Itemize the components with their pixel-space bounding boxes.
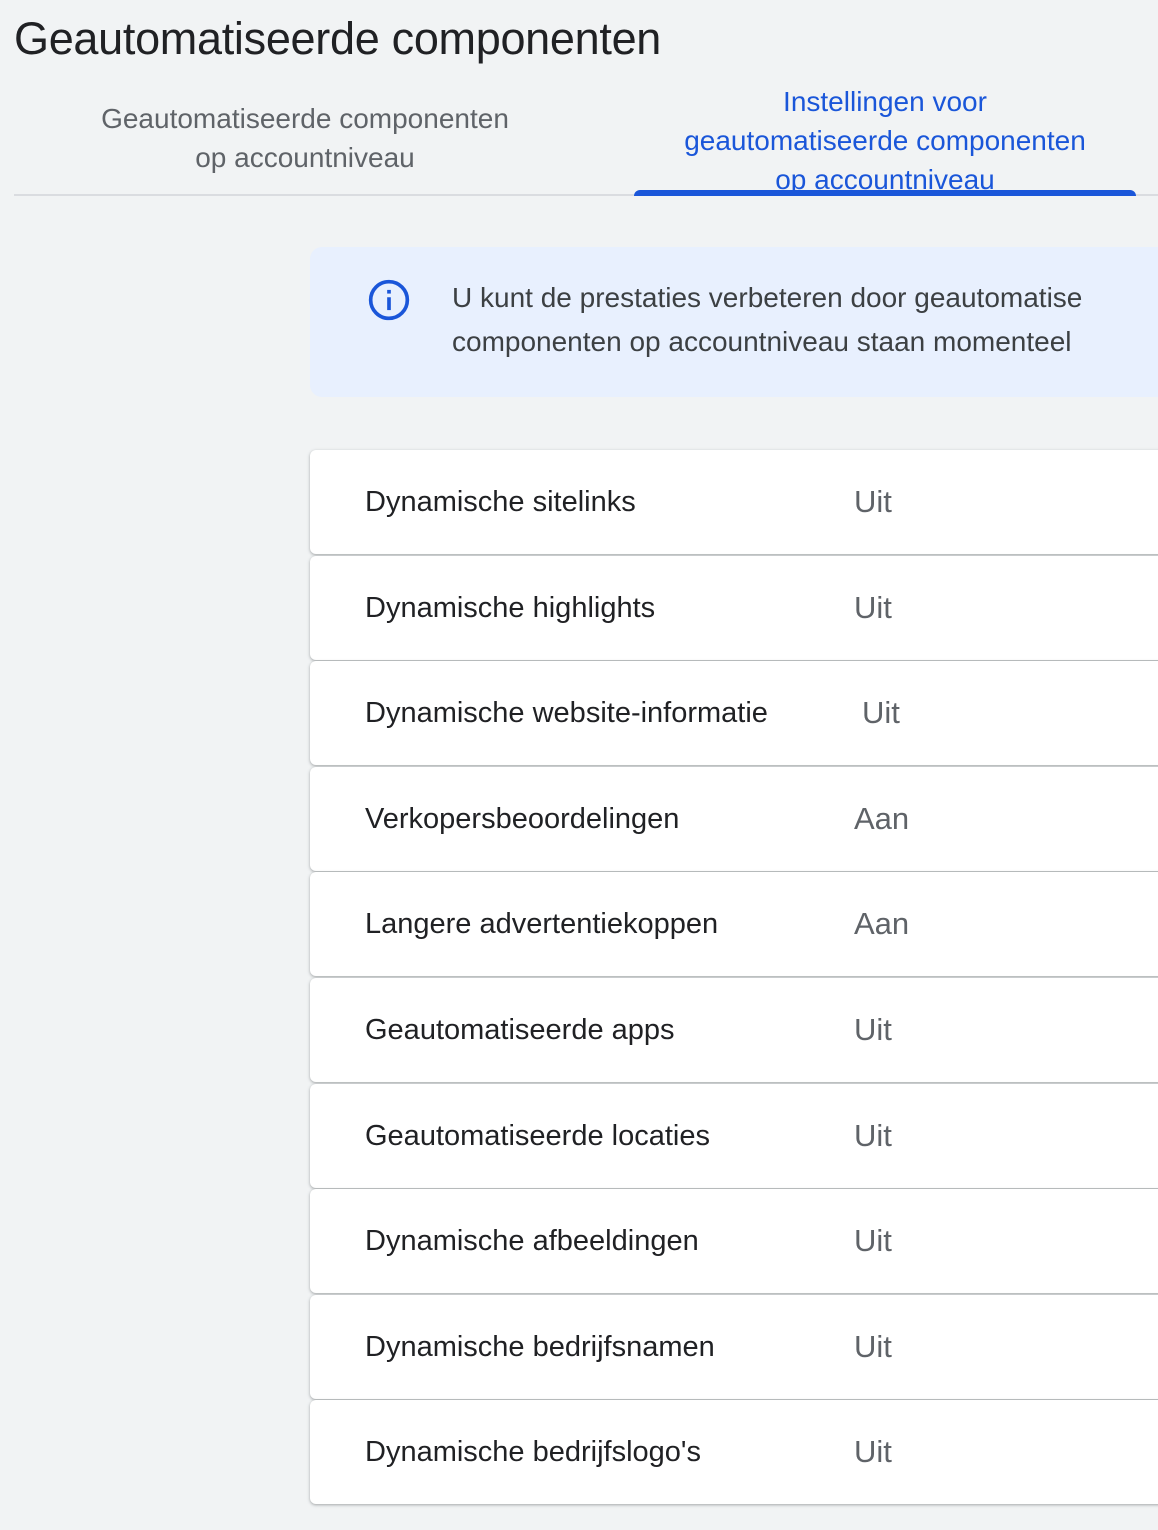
- setting-name: Dynamische bedrijfsnamen: [365, 1330, 715, 1363]
- setting-row-dynamic-business-logos[interactable]: Dynamische bedrijfslogo's Uit: [310, 1400, 1158, 1505]
- setting-row-dynamic-sitelinks[interactable]: Dynamische sitelinks Uit: [310, 450, 1158, 554]
- tab-label: Geautomatiseerde componenten op accountn…: [101, 99, 509, 177]
- settings-list: Dynamische sitelinks Uit Dynamische high…: [310, 450, 1158, 1506]
- setting-status: Uit: [854, 1434, 892, 1470]
- setting-row-automated-locations[interactable]: Geautomatiseerde locaties Uit: [310, 1083, 1158, 1188]
- setting-name: Verkopersbeoordelingen: [365, 802, 680, 835]
- tab-label-line: geautomatiseerde componenten: [684, 125, 1086, 156]
- setting-status: Uit: [854, 1223, 892, 1259]
- page-title: Geautomatiseerde componenten: [14, 13, 662, 64]
- setting-row-dynamic-business-names[interactable]: Dynamische bedrijfsnamen Uit: [310, 1294, 1158, 1399]
- tab-label-line: Instellingen voor: [783, 86, 987, 117]
- info-icon: [368, 279, 410, 321]
- setting-status: Aan: [854, 906, 910, 942]
- setting-name: Dynamische website-informatie: [365, 697, 768, 730]
- setting-name: Dynamische bedrijfslogo's: [365, 1436, 701, 1469]
- setting-name: Dynamische sitelinks: [365, 486, 636, 518]
- active-tab-indicator: [634, 190, 1136, 196]
- info-banner-text: U kunt de prestaties verbeteren door gea…: [452, 276, 1158, 364]
- tab-label: Instellingen voor geautomatiseerde compo…: [684, 82, 1086, 194]
- setting-status: Uit: [854, 484, 892, 519]
- setting-name: Geautomatiseerde apps: [365, 1013, 675, 1046]
- setting-row-dynamic-website-info[interactable]: Dynamische website-informatie Uit: [310, 661, 1158, 766]
- tab-account-level-settings[interactable]: Instellingen voor geautomatiseerde compo…: [634, 82, 1136, 194]
- setting-row-dynamic-images[interactable]: Dynamische afbeeldingen Uit: [310, 1189, 1158, 1294]
- tab-label-line: op accountniveau: [775, 164, 995, 194]
- tab-label-line: op accountniveau: [195, 142, 415, 173]
- setting-status: Uit: [854, 1117, 892, 1153]
- info-banner-line: U kunt de prestaties verbeteren door gea…: [452, 282, 1083, 313]
- tab-bar: Geautomatiseerde componenten op accountn…: [14, 82, 1158, 196]
- tab-label-line: Geautomatiseerde componenten: [101, 103, 509, 134]
- setting-name: Geautomatiseerde locaties: [365, 1119, 710, 1152]
- setting-status: Uit: [862, 695, 900, 731]
- setting-row-dynamic-highlights[interactable]: Dynamische highlights Uit: [310, 555, 1158, 660]
- setting-row-seller-ratings[interactable]: Verkopersbeoordelingen Aan: [310, 766, 1158, 871]
- setting-row-longer-headlines[interactable]: Langere advertentiekoppen Aan: [310, 872, 1158, 977]
- tab-account-level-components[interactable]: Geautomatiseerde componenten op accountn…: [14, 82, 596, 194]
- setting-status: Uit: [854, 589, 892, 625]
- setting-row-automated-apps[interactable]: Geautomatiseerde apps Uit: [310, 977, 1158, 1082]
- info-banner: U kunt de prestaties verbeteren door gea…: [310, 247, 1158, 397]
- setting-name: Dynamische afbeeldingen: [365, 1225, 699, 1258]
- setting-name: Dynamische highlights: [365, 591, 656, 624]
- info-banner-line: componenten op accountniveau staan momen…: [452, 326, 1072, 357]
- setting-status: Uit: [854, 1328, 892, 1364]
- setting-status: Aan: [854, 800, 910, 836]
- setting-status: Uit: [854, 1011, 892, 1047]
- setting-name: Langere advertentiekoppen: [365, 908, 719, 941]
